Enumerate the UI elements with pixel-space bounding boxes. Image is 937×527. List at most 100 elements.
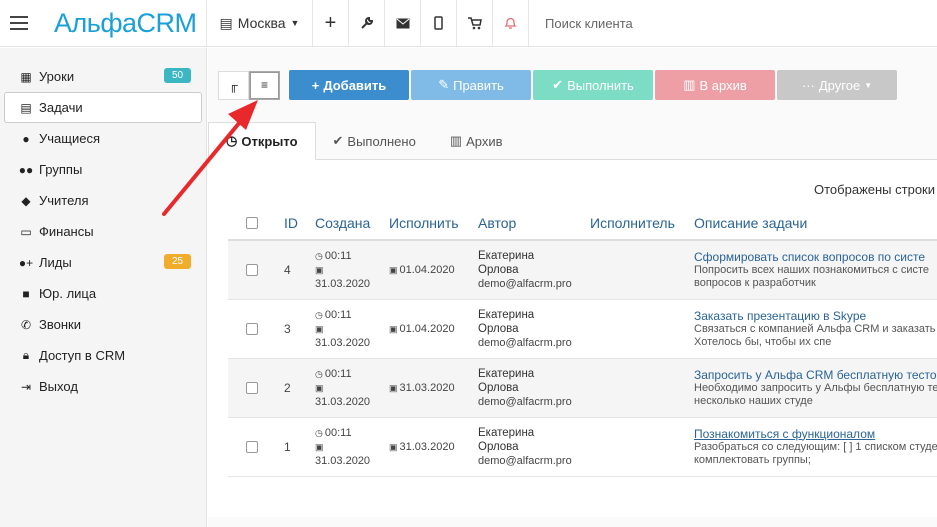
add-button-label: Добавить — [323, 77, 387, 93]
table-row[interactable]: 3 ◷ 00:11 ▣ 31.03.2020 ▣ 01.04.2020 Екатер… — [228, 299, 937, 359]
sidebar-item-crm-access[interactable]: 🔒︎ Доступ в CRM — [0, 340, 206, 371]
task-title-link[interactable]: Сформировать список вопросов по систе — [694, 250, 937, 264]
task-description: Попросить всех наших познакомиться с сис… — [694, 263, 930, 276]
description-cell: Заказать презентацию в Skype Связаться с… — [694, 299, 937, 359]
column-header-description[interactable]: Описание задачи — [694, 207, 937, 241]
view-card-button[interactable]: ╓ — [218, 70, 249, 100]
calendar-icon: ▣ — [315, 441, 324, 452]
complete-button[interactable]: ✔ Выполнить — [533, 70, 653, 100]
column-header-author[interactable]: Автор — [478, 207, 590, 241]
table-row[interactable]: 4 ◷ 00:11 ▣ 31.03.2020 ▣ 01.04.2020 Екатер… — [228, 240, 937, 300]
column-header-assignee[interactable]: Исполнитель — [590, 207, 694, 241]
check-icon: ✔ — [332, 133, 344, 148]
tab-open[interactable]: ◷ Открыто — [208, 122, 316, 160]
task-title-link[interactable]: Познакомиться с функционалом — [694, 427, 937, 441]
column-header-created[interactable]: Создана — [315, 207, 389, 241]
cart-icon[interactable] — [456, 0, 492, 46]
sidebar-item-students[interactable]: ● Учащиеся — [0, 123, 206, 154]
sidebar-item-tasks[interactable]: ▤ Задачи — [4, 92, 202, 123]
task-id: 2 — [284, 358, 315, 418]
row-checkbox[interactable] — [246, 381, 258, 394]
due-date: 31.03.2020 — [399, 440, 455, 453]
author-email: demo@alfacrm.pro — [478, 336, 572, 349]
task-title-link[interactable]: Запросить у Альфа CRM бесплатную тесто — [694, 368, 937, 382]
clock-icon: ◷ — [315, 250, 323, 261]
assignee-cell — [590, 358, 694, 418]
description-cell: Познакомиться с функционалом Разобраться… — [694, 417, 937, 477]
task-description: Хотелось бы, чтобы их спе — [694, 335, 832, 348]
sidebar-item-label: Задачи — [39, 100, 83, 115]
column-header-id[interactable]: ID — [284, 207, 315, 241]
due-date: 31.03.2020 — [399, 381, 455, 394]
task-description: несколько наших студе — [694, 394, 813, 407]
task-title-link[interactable]: Заказать презентацию в Skype — [694, 309, 937, 323]
sidebar-item-finance[interactable]: ▭ Финансы — [0, 216, 206, 247]
assignee-cell — [590, 299, 694, 359]
sidebar-item-groups[interactable]: ●● Группы — [0, 154, 206, 185]
due-cell: ▣ 31.03.2020 — [389, 417, 478, 477]
sidebar-item-label: Учащиеся — [39, 131, 100, 146]
tab-label: Архив — [466, 133, 503, 149]
sidebar-item-logout[interactable]: ⇥ Выход — [0, 371, 206, 402]
sidebar-item-leads[interactable]: ●+ Лиды 25 — [0, 247, 206, 278]
tab-completed[interactable]: ✔ Выполнено — [316, 122, 433, 160]
logo[interactable]: АльфаCRM — [38, 0, 206, 46]
phone-icon: ✆ — [20, 317, 32, 332]
row-checkbox[interactable] — [246, 440, 258, 453]
task-description: комплектовать группы; — [694, 453, 811, 466]
bell-icon[interactable] — [492, 0, 528, 46]
client-search[interactable]: Поиск клиента — [528, 0, 937, 46]
trash-icon: ▥ — [449, 133, 463, 148]
created-cell: ◷ 00:11 ▣ 31.03.2020 — [315, 240, 389, 300]
created-cell: ◷ 00:11 ▣ 31.03.2020 — [315, 299, 389, 359]
leads-count-badge: 25 — [164, 254, 191, 269]
column-header-due[interactable]: Исполнить — [389, 207, 478, 241]
table-row[interactable]: 2 ◷ 00:11 ▣ 31.03.2020 ▣ 31.03.2020 Екатер… — [228, 358, 937, 418]
mobile-icon[interactable] — [420, 0, 456, 46]
assignee-cell — [590, 240, 694, 300]
row-checkbox[interactable] — [246, 322, 258, 335]
city-selector[interactable]: ▤ Москва ▼ — [206, 0, 312, 46]
calendar-icon: ▣ — [315, 264, 324, 275]
sidebar-item-teachers[interactable]: ◆ Учителя — [0, 185, 206, 216]
sidebar-item-label: Уроки — [39, 69, 75, 84]
tab-archive[interactable]: ▥ Архив — [433, 122, 520, 160]
author-cell: Екатерина Орлова demo@alfacrm.pro — [478, 417, 590, 477]
complete-button-label: Выполнить — [567, 77, 634, 93]
sidebar-item-label: Выход — [39, 379, 78, 394]
created-time: 00:11 — [324, 249, 352, 262]
add-button[interactable]: + Добавить — [289, 70, 409, 100]
calendar-icon: ▣ — [389, 382, 398, 393]
row-checkbox[interactable] — [246, 263, 258, 276]
calendar-icon: ▣ — [315, 382, 324, 393]
sidebar-item-legal-entities[interactable]: ■ Юр. лица — [0, 278, 206, 309]
due-date: 01.04.2020 — [399, 322, 455, 335]
sidebar-item-lessons[interactable]: ▦ Уроки 50 — [0, 61, 206, 92]
hamburger-menu-icon[interactable] — [0, 0, 38, 46]
created-date: 31.03.2020 — [315, 277, 371, 290]
edit-button[interactable]: ✎ Править — [411, 70, 531, 100]
tasks-panel: Отображены строки ID Создана Исполнить А… — [208, 160, 937, 517]
task-description: Необходимо запросить у Альфы бесплатную … — [694, 381, 937, 394]
clock-icon: ◷ — [226, 133, 238, 148]
created-time: 00:11 — [324, 308, 352, 321]
sidebar-item-calls[interactable]: ✆ Звонки — [0, 309, 206, 340]
wrench-icon[interactable] — [348, 0, 384, 46]
view-list-button[interactable]: ≡ — [249, 70, 280, 100]
author-email: demo@alfacrm.pro — [478, 454, 572, 467]
sidebar-item-label: Юр. лица — [39, 286, 97, 301]
plus-icon[interactable]: + — [312, 0, 348, 46]
other-button-label: Другое — [818, 77, 861, 93]
archive-button[interactable]: ▥ В архив — [655, 70, 775, 100]
due-cell: ▣ 01.04.2020 — [389, 240, 478, 300]
table-row[interactable]: 1 ◷ 00:11 ▣ 31.03.2020 ▣ 31.03.2020 Екатер… — [228, 417, 937, 477]
task-description: Связаться с компанией Альфа CRM и заказа… — [694, 322, 937, 335]
author-first-name: Екатерина — [478, 249, 535, 262]
rows-info: Отображены строки — [814, 182, 935, 197]
select-all-checkbox[interactable] — [246, 217, 258, 229]
table-header-row: ID Создана Исполнить Автор Исполнитель О… — [228, 207, 937, 241]
other-dropdown-button[interactable]: ··· Другое ▼ — [777, 70, 897, 100]
envelope-icon[interactable] — [384, 0, 420, 46]
select-all-cell[interactable] — [228, 207, 284, 241]
caret-down-icon: ▼ — [290, 18, 300, 28]
